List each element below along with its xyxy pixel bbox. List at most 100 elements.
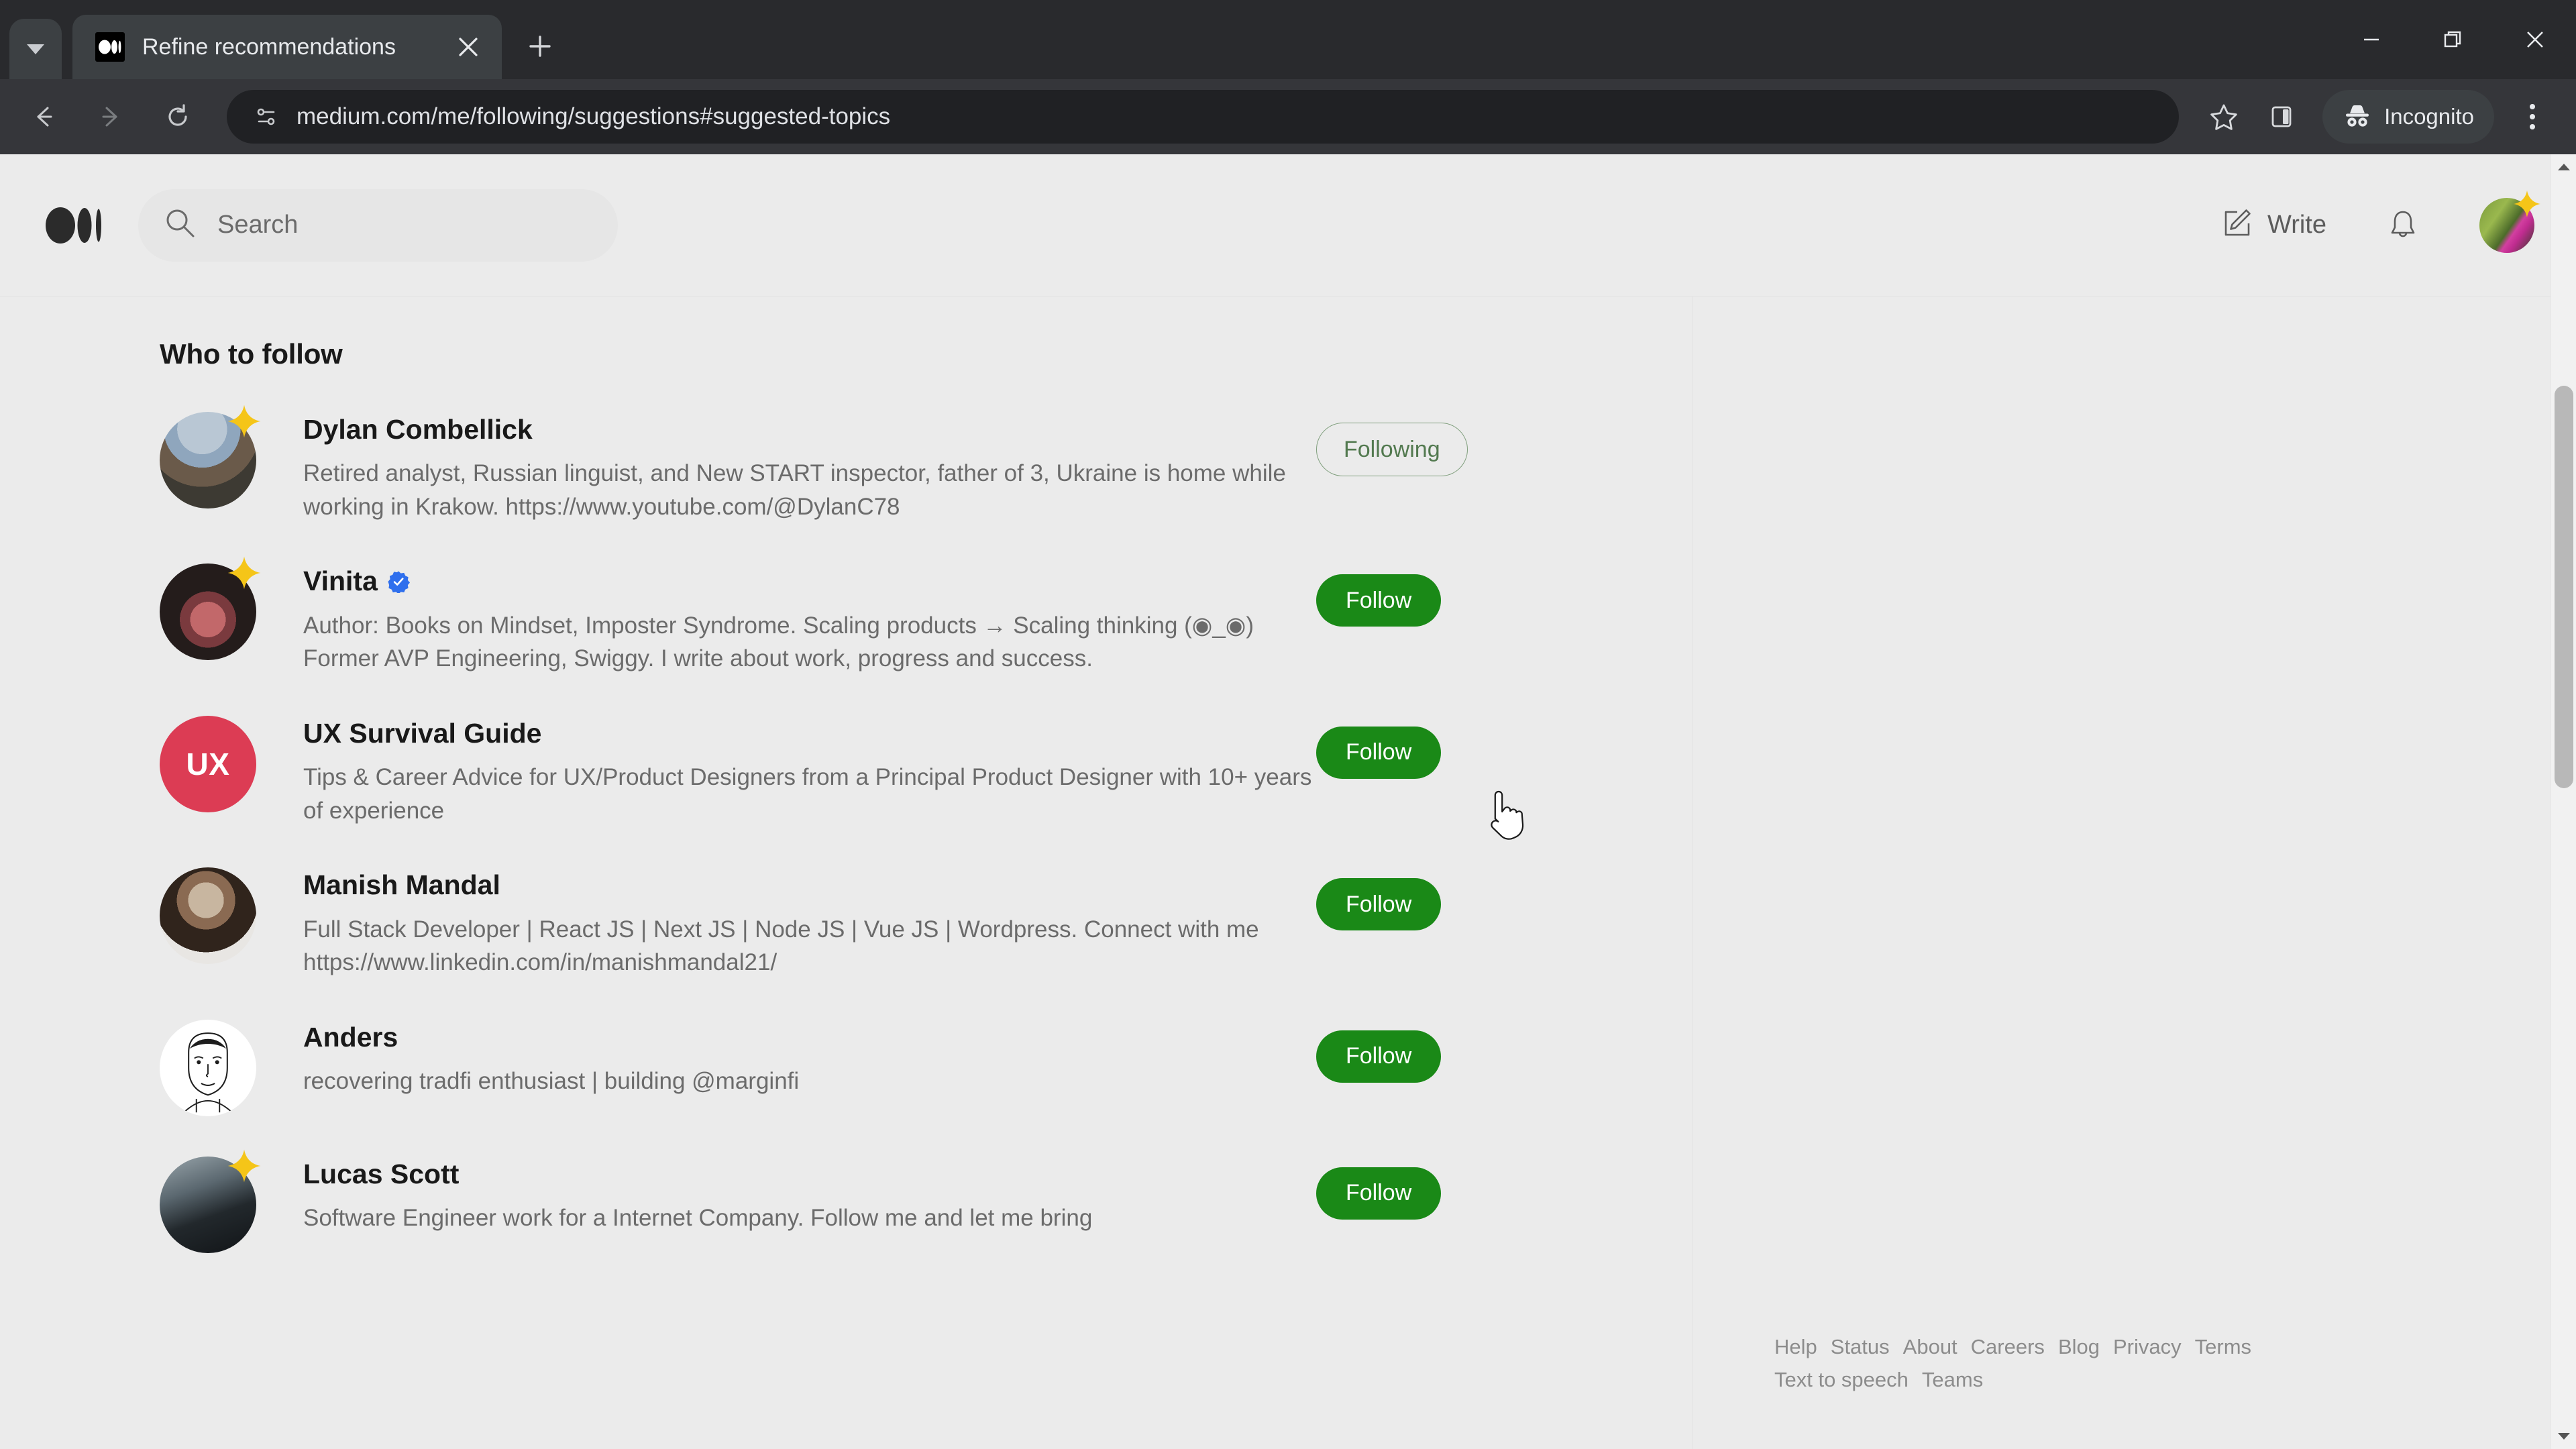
write-label: Write — [2267, 211, 2326, 239]
chevron-down-icon — [27, 44, 44, 54]
tab-title: Refine recommendations — [142, 34, 396, 60]
list-item: UX UX Survival Guide Tips & Career Advic… — [160, 715, 1692, 827]
side-panel-icon[interactable] — [2255, 91, 2308, 143]
avatar[interactable] — [160, 867, 256, 965]
follow-button[interactable]: Follow — [1316, 878, 1442, 931]
window-controls — [2330, 0, 2576, 79]
minimize-button[interactable] — [2330, 0, 2412, 79]
footer-link-terms[interactable]: Terms — [2195, 1335, 2251, 1358]
page-scrollbar[interactable] — [2551, 154, 2576, 1449]
person-name[interactable]: Dylan Combellick — [303, 414, 1316, 445]
close-window-button[interactable] — [2494, 0, 2576, 79]
person-bio[interactable]: Software Engineer work for a Internet Co… — [303, 1201, 1316, 1235]
footer-link-teams[interactable]: Teams — [1922, 1368, 1983, 1391]
maximize-button[interactable] — [2412, 0, 2494, 79]
close-tab-icon[interactable] — [449, 28, 487, 66]
avatar-initials: UX — [160, 715, 256, 812]
scrollbar-thumb[interactable] — [2555, 386, 2573, 788]
person-name[interactable]: Lucas Scott — [303, 1159, 1316, 1189]
person-info: UX Survival Guide Tips & Career Advice f… — [303, 716, 1316, 827]
footer-link-status[interactable]: Status — [1831, 1335, 1890, 1358]
person-name[interactable]: UX Survival Guide — [303, 718, 1316, 749]
list-item: Vinita Author: Books on Mindset, Imposte… — [160, 557, 1692, 676]
avatar[interactable] — [160, 405, 261, 508]
follow-action-cell: Follow — [1316, 564, 1538, 627]
main-column: Who to follow Dylan Combellick Retired a… — [0, 297, 1692, 1449]
follow-action-cell: Follow — [1316, 1020, 1538, 1083]
avatar-image — [160, 867, 256, 965]
menu-dot — [2530, 114, 2535, 119]
follow-button[interactable]: Follow — [1316, 1030, 1442, 1083]
person-info: Dylan Combellick Retired analyst, Russia… — [303, 412, 1316, 523]
footer-link-careers[interactable]: Careers — [1971, 1335, 2045, 1358]
tab-strip: Refine recommendations — [0, 0, 2576, 79]
follow-action-cell: Following — [1316, 412, 1538, 476]
page-info-icon[interactable] — [246, 96, 287, 138]
person-name-text: Anders — [303, 1021, 398, 1053]
person-bio[interactable]: Tips & Career Advice for UX/Product Desi… — [303, 761, 1316, 827]
following-button[interactable]: Following — [1316, 423, 1468, 476]
browser-tab[interactable]: Refine recommendations — [72, 15, 502, 79]
search-input[interactable]: Search — [138, 189, 618, 262]
follow-button[interactable]: Follow — [1316, 726, 1442, 779]
footer-links: Help Status About Careers Blog Privacy Terms Te… — [1774, 1330, 2311, 1397]
footer-link-text-to-speech[interactable]: Text to speech — [1774, 1368, 1909, 1391]
menu-dot — [2530, 104, 2535, 109]
write-button[interactable]: Write — [2220, 207, 2326, 243]
person-name-text: UX Survival Guide — [303, 717, 542, 749]
bookmark-star-icon[interactable] — [2198, 91, 2250, 143]
footer-link-privacy[interactable]: Privacy — [2113, 1335, 2182, 1358]
list-item: Lucas Scott Software Engineer work for a… — [160, 1149, 1692, 1253]
person-name[interactable]: Vinita — [303, 566, 1316, 596]
notifications-button[interactable] — [2387, 209, 2419, 242]
verified-badge-icon — [387, 570, 410, 594]
footer-link-about[interactable]: About — [1903, 1335, 1957, 1358]
forward-button[interactable] — [85, 91, 137, 143]
follow-action-cell: Follow — [1316, 716, 1538, 779]
avatar[interactable] — [160, 1149, 261, 1253]
tab-search-button[interactable] — [9, 19, 62, 79]
search-icon — [164, 207, 197, 244]
browser-toolbar: medium.com/me/following/suggestions#sugg… — [0, 79, 2576, 154]
medium-favicon — [95, 32, 125, 62]
write-icon — [2220, 207, 2253, 243]
new-tab-button[interactable] — [517, 23, 564, 70]
scroll-down-arrow-icon[interactable] — [2551, 1424, 2576, 1449]
avatar[interactable] — [160, 557, 261, 661]
avatar[interactable]: UX — [160, 715, 256, 812]
incognito-label: Incognito — [2384, 104, 2474, 129]
medium-logo[interactable] — [46, 205, 103, 246]
person-name[interactable]: Anders — [303, 1022, 1316, 1053]
avatar[interactable] — [160, 1019, 256, 1116]
person-name-text: Lucas Scott — [303, 1158, 460, 1189]
menu-dot — [2530, 124, 2535, 129]
follow-button[interactable]: Follow — [1316, 1167, 1442, 1220]
footer-link-blog[interactable]: Blog — [2058, 1335, 2100, 1358]
person-name-text: Dylan Combellick — [303, 414, 533, 445]
person-bio[interactable]: recovering tradfi enthusiast | building … — [303, 1065, 1316, 1098]
address-bar-url: medium.com/me/following/suggestions#sugg… — [297, 103, 891, 129]
address-bar[interactable]: medium.com/me/following/suggestions#sugg… — [227, 90, 2180, 144]
sketch-portrait-icon — [183, 1032, 233, 1113]
page-title: Who to follow — [160, 338, 343, 370]
star-badge-icon — [2512, 189, 2542, 219]
person-bio[interactable]: Full Stack Developer | React JS | Next J… — [303, 913, 1316, 979]
browser-window: Refine recommendations medium.com/me/fol… — [0, 0, 2576, 1449]
star-badge-icon — [225, 554, 263, 592]
user-avatar[interactable] — [2479, 190, 2540, 253]
person-name[interactable]: Manish Mandal — [303, 870, 1316, 900]
footer-link-help[interactable]: Help — [1774, 1335, 1817, 1358]
back-button[interactable] — [17, 91, 70, 143]
avatar-image — [160, 1019, 256, 1116]
person-bio[interactable]: Retired analyst, Russian linguist, and N… — [303, 457, 1316, 523]
reload-button[interactable] — [152, 91, 204, 143]
incognito-profile-chip[interactable]: Incognito — [2322, 90, 2494, 144]
follow-action-cell: Follow — [1316, 1157, 1538, 1220]
follow-button[interactable]: Follow — [1316, 574, 1442, 627]
list-item: Anders recovering tradfi enthusiast | bu… — [160, 1019, 1692, 1116]
scroll-up-arrow-icon[interactable] — [2551, 154, 2576, 180]
page-viewport: Search Write Who to follow Dylan Combell… — [0, 154, 2576, 1449]
person-name-text: Vinita — [303, 566, 378, 597]
chrome-menu-button[interactable] — [2506, 91, 2559, 143]
person-bio[interactable]: Author: Books on Mindset, Imposter Syndr… — [303, 609, 1316, 676]
